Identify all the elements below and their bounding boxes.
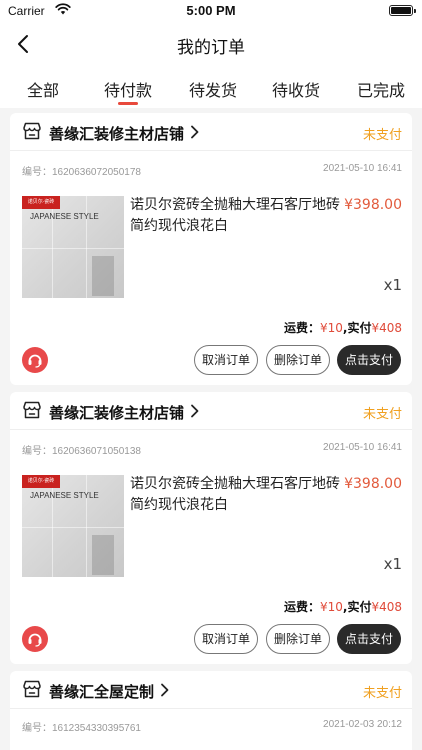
product-image[interactable]: 诺贝尔·瓷砖 JAPANESE STYLE xyxy=(22,196,124,298)
freight-label: 运费： xyxy=(283,321,320,335)
product-logo: 诺贝尔·瓷砖 xyxy=(22,475,60,488)
order-tabs: 全部 待付款 待发货 待收货 已完成 xyxy=(0,66,422,108)
order-status: 未支付 xyxy=(362,686,402,701)
order-number: 编号：1620636072050178 xyxy=(22,167,141,178)
pay-button[interactable]: 点击支付 xyxy=(337,624,401,654)
image-shadow xyxy=(92,535,114,575)
paid-amount: ¥408 xyxy=(371,600,402,614)
product-image[interactable]: 诺贝尔·瓷砖 JAPANESE STYLE xyxy=(22,475,124,577)
shop-link[interactable]: 善缘汇装修主材店铺 xyxy=(22,122,200,144)
active-tab-indicator xyxy=(118,102,138,105)
freight-label: 运费： xyxy=(283,600,320,614)
order-number: 编号：1612354330395761 xyxy=(22,723,141,734)
pay-button[interactable]: 点击支付 xyxy=(337,345,401,375)
tab-all[interactable]: 全部 xyxy=(27,77,59,101)
tab-pending-payment[interactable]: 待付款 xyxy=(104,77,153,105)
tab-completed[interactable]: 已完成 xyxy=(357,77,405,101)
delete-order-button[interactable]: 删除订单 xyxy=(266,345,330,375)
battery-icon xyxy=(389,5,416,16)
freight-amount: ¥10 xyxy=(319,600,343,614)
order-card: 善缘汇全屋定制 未支付 编号：1612354330395761 2021-02-… xyxy=(10,671,412,750)
order-card: 善缘汇装修主材店铺 未支付 编号：1620636072050178 2021-0… xyxy=(10,113,412,385)
shop-link[interactable]: 善缘汇全屋定制 xyxy=(22,680,170,702)
order-time: 2021-05-10 16:41 xyxy=(323,163,402,174)
order-time: 2021-05-10 16:41 xyxy=(323,442,402,453)
shop-link[interactable]: 善缘汇装修主材店铺 xyxy=(22,401,200,423)
tab-label: 全部 xyxy=(27,81,60,100)
store-icon xyxy=(22,401,42,423)
product-title[interactable]: 诺贝尔瓷砖全抛釉大理石客厅地砖简约现代浪花白 xyxy=(130,195,340,237)
product-price: ¥398.00 xyxy=(344,476,402,492)
shop-name: 善缘汇装修主材店铺 xyxy=(49,124,185,143)
page-title: 我的订单 xyxy=(177,38,245,58)
tab-label: 已完成 xyxy=(357,81,406,100)
paid-amount: ¥408 xyxy=(371,321,402,335)
product-image-caption: JAPANESE STYLE xyxy=(30,212,99,221)
product-quantity: x1 xyxy=(383,555,402,573)
divider xyxy=(10,429,412,430)
order-card: 善缘汇装修主材店铺 未支付 编号：1620636071050138 2021-0… xyxy=(10,392,412,664)
clock: 5:00 PM xyxy=(186,3,236,18)
freight-amount: ¥10 xyxy=(319,321,343,335)
cancel-order-button[interactable]: 取消订单 xyxy=(194,345,258,375)
tab-label: 待收货 xyxy=(272,81,321,100)
store-icon xyxy=(22,122,42,144)
order-status: 未支付 xyxy=(362,407,402,422)
tab-label: 待发货 xyxy=(189,81,238,100)
chevron-right-icon xyxy=(190,124,200,143)
divider xyxy=(10,150,412,151)
tab-pending-shipment[interactable]: 待发货 xyxy=(189,77,237,101)
order-time: 2021-02-03 20:12 xyxy=(323,719,402,730)
status-bar: Carrier 5:00 PM xyxy=(0,0,422,22)
divider xyxy=(10,708,412,709)
order-status: 未支付 xyxy=(362,128,402,143)
tile-seam xyxy=(22,527,124,528)
product-image-caption: JAPANESE STYLE xyxy=(30,491,99,500)
product-logo: 诺贝尔·瓷砖 xyxy=(22,196,60,209)
store-icon xyxy=(22,680,42,702)
customer-service-icon[interactable] xyxy=(22,626,48,652)
shop-name: 善缘汇装修主材店铺 xyxy=(49,403,185,422)
order-summary: 运费：¥10,实付¥408 xyxy=(284,598,402,615)
shop-name: 善缘汇全屋定制 xyxy=(49,682,155,701)
order-number: 编号：1620636071050138 xyxy=(22,446,141,457)
tab-label: 待付款 xyxy=(104,81,153,100)
chevron-right-icon xyxy=(190,403,200,422)
order-summary: 运费：¥10,实付¥408 xyxy=(284,319,402,336)
chevron-right-icon xyxy=(160,682,170,701)
product-quantity: x1 xyxy=(383,276,402,294)
product-price: ¥398.00 xyxy=(344,197,402,213)
customer-service-icon[interactable] xyxy=(22,347,48,373)
image-shadow xyxy=(92,256,114,296)
cancel-order-button[interactable]: 取消订单 xyxy=(194,624,258,654)
delete-order-button[interactable]: 删除订单 xyxy=(266,624,330,654)
product-title[interactable]: 诺贝尔瓷砖全抛釉大理石客厅地砖简约现代浪花白 xyxy=(130,474,340,516)
paid-label: ,实付 xyxy=(342,600,372,614)
paid-label: ,实付 xyxy=(342,321,372,335)
tab-pending-receipt[interactable]: 待收货 xyxy=(272,77,320,101)
navigation-bar: 我的订单 xyxy=(0,22,422,66)
tile-seam xyxy=(22,248,124,249)
